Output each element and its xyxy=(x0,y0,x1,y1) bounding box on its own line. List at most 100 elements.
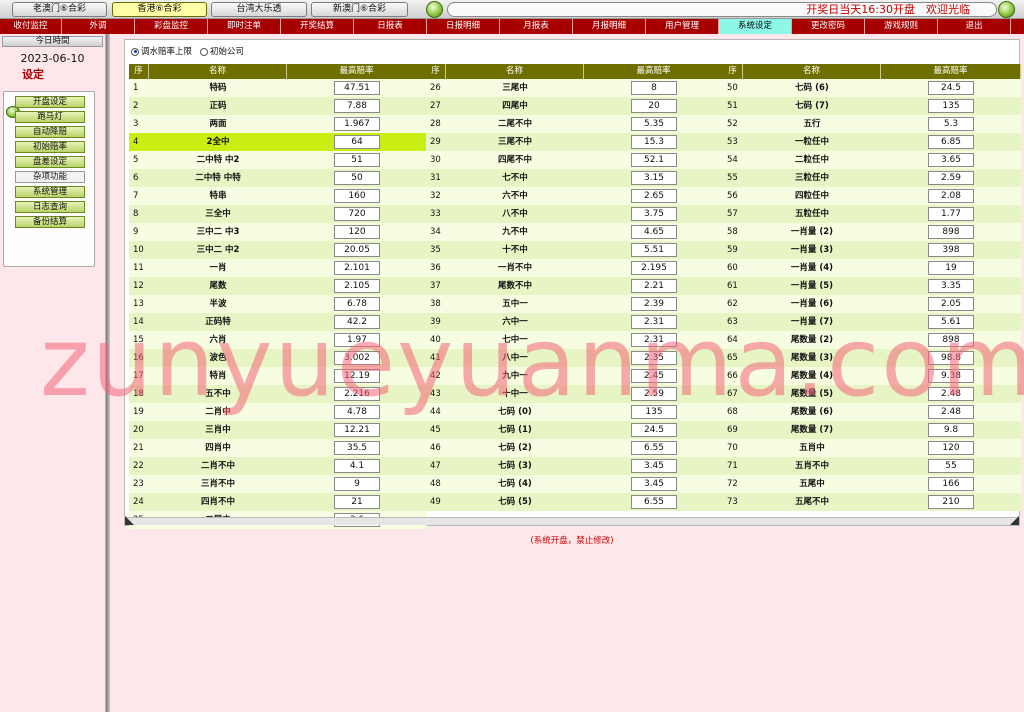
odds-input[interactable]: 1.77 xyxy=(928,207,974,221)
odds-input[interactable]: 135 xyxy=(631,405,677,419)
odds-input[interactable]: 2.05 xyxy=(928,297,974,311)
odds-input[interactable]: 6.55 xyxy=(631,441,677,455)
odds-input[interactable]: 135 xyxy=(928,99,974,113)
odds-input[interactable]: 6.85 xyxy=(928,135,974,149)
odds-input[interactable]: 6.78 xyxy=(334,297,380,311)
odds-input[interactable]: 166 xyxy=(928,477,974,491)
odds-input[interactable]: 5.35 xyxy=(631,117,677,131)
odds-input[interactable]: 2.65 xyxy=(631,189,677,203)
odds-input[interactable]: 35.5 xyxy=(334,441,380,455)
menu-item[interactable]: 日报表 xyxy=(354,19,427,34)
sidebar-button[interactable]: 自动降赔 xyxy=(15,126,85,138)
odds-input[interactable]: 1.967 xyxy=(334,117,380,131)
odds-input[interactable]: 120 xyxy=(334,225,380,239)
odds-input[interactable]: 47.51 xyxy=(334,81,380,95)
sidebar-button[interactable]: 开盘设定 xyxy=(15,96,85,108)
odds-input[interactable]: 42.2 xyxy=(334,315,380,329)
odds-input[interactable]: 2.101 xyxy=(334,261,380,275)
odds-input[interactable]: 160 xyxy=(334,189,380,203)
odds-input[interactable]: 9.8 xyxy=(928,423,974,437)
odds-input[interactable]: 2.105 xyxy=(334,279,380,293)
odds-input[interactable]: 9.38 xyxy=(928,369,974,383)
odds-input[interactable]: 2.59 xyxy=(631,387,677,401)
odds-input[interactable]: 98.8 xyxy=(928,351,974,365)
odds-input[interactable]: 3.002 xyxy=(334,351,380,365)
odds-input[interactable]: 5.61 xyxy=(928,315,974,329)
odds-input[interactable]: 2.31 xyxy=(631,315,677,329)
sidebar-button[interactable]: 系统管理 xyxy=(15,186,85,198)
odds-input[interactable]: 15.3 xyxy=(631,135,677,149)
odds-input[interactable]: 2.59 xyxy=(928,171,974,185)
menu-item[interactable]: 游戏规则 xyxy=(865,19,938,34)
odds-input[interactable]: 50 xyxy=(334,171,380,185)
odds-input[interactable]: 210 xyxy=(928,495,974,509)
lottery-tab-hongkong[interactable]: 香港⑥合彩 xyxy=(112,2,207,17)
odds-input[interactable]: 4.78 xyxy=(334,405,380,419)
menu-item[interactable]: 退出 xyxy=(938,19,1011,34)
odds-input[interactable]: 398 xyxy=(928,243,974,257)
odds-input[interactable]: 5.51 xyxy=(631,243,677,257)
odds-input[interactable]: 2.45 xyxy=(631,369,677,383)
menu-item[interactable]: 开奖结算 xyxy=(281,19,354,34)
odds-input[interactable]: 24.5 xyxy=(928,81,974,95)
odds-input[interactable]: 55 xyxy=(928,459,974,473)
odds-input[interactable]: 12.21 xyxy=(334,423,380,437)
odds-input[interactable]: 720 xyxy=(334,207,380,221)
menu-item[interactable]: 日报明细 xyxy=(427,19,500,34)
menu-item[interactable]: 系统设定 xyxy=(719,19,792,34)
sidebar-button[interactable]: 初始赔率 xyxy=(15,141,85,153)
odds-input[interactable]: 20 xyxy=(631,99,677,113)
menu-item[interactable]: 月报明细 xyxy=(573,19,646,34)
radio-initial-company[interactable]: 初始公司 xyxy=(200,45,244,57)
lottery-tab-old-macau[interactable]: 老澳门⑥合彩 xyxy=(12,2,107,17)
odds-input[interactable]: 19 xyxy=(928,261,974,275)
odds-input[interactable]: 64 xyxy=(334,135,380,149)
odds-input[interactable]: 9 xyxy=(334,477,380,491)
menu-item[interactable]: 即时注单 xyxy=(208,19,281,34)
odds-input[interactable]: 12.19 xyxy=(334,369,380,383)
menu-item[interactable]: 外调 xyxy=(62,19,135,34)
odds-input[interactable]: 6.55 xyxy=(631,495,677,509)
odds-input[interactable]: 24.5 xyxy=(631,423,677,437)
odds-input[interactable]: 3.15 xyxy=(631,171,677,185)
odds-input[interactable]: 3.75 xyxy=(631,207,677,221)
odds-input[interactable]: 898 xyxy=(928,225,974,239)
sidebar-button[interactable]: 日志查询 xyxy=(15,201,85,213)
odds-input[interactable]: 4.1 xyxy=(334,459,380,473)
menu-item[interactable]: 彩盘监控 xyxy=(135,19,208,34)
odds-input[interactable]: 2.21 xyxy=(631,279,677,293)
menu-item[interactable]: 收付监控 xyxy=(0,19,62,34)
odds-input[interactable]: 1.97 xyxy=(334,333,380,347)
odds-input[interactable]: 3.45 xyxy=(631,459,677,473)
sidebar-button[interactable]: 跑马灯 xyxy=(15,111,85,123)
menu-item[interactable]: 用户管理 xyxy=(646,19,719,34)
radio-upper-limit[interactable]: 调水赔率上限 xyxy=(131,45,192,57)
menu-item[interactable]: 月报表 xyxy=(500,19,573,34)
odds-input[interactable]: 51 xyxy=(334,153,380,167)
odds-input[interactable]: 5.3 xyxy=(928,117,974,131)
sidebar-button[interactable]: 盘差设定 xyxy=(15,156,85,168)
odds-input[interactable]: 3.45 xyxy=(631,477,677,491)
odds-input[interactable]: 7.88 xyxy=(334,99,380,113)
odds-input[interactable]: 2.48 xyxy=(928,405,974,419)
odds-input[interactable]: 2.48 xyxy=(928,387,974,401)
odds-input[interactable]: 3.65 xyxy=(928,153,974,167)
odds-input[interactable]: 52.1 xyxy=(631,153,677,167)
odds-input[interactable]: 21 xyxy=(334,495,380,509)
sidebar-button[interactable]: 杂项功能 xyxy=(15,171,85,183)
odds-input[interactable]: 898 xyxy=(928,333,974,347)
odds-input[interactable]: 2.39 xyxy=(631,297,677,311)
lottery-tab-new-macau[interactable]: 新澳门⑥合彩 xyxy=(311,2,408,17)
odds-input[interactable]: 2.31 xyxy=(631,333,677,347)
odds-input[interactable]: 3.35 xyxy=(928,279,974,293)
sidebar-button[interactable]: 备份结算 xyxy=(15,216,85,228)
odds-input[interactable]: 8 xyxy=(631,81,677,95)
odds-input[interactable]: 2.216 xyxy=(334,387,380,401)
odds-input[interactable]: 20.05 xyxy=(334,243,380,257)
odds-input[interactable]: 2.35 xyxy=(631,351,677,365)
odds-input[interactable]: 4.65 xyxy=(631,225,677,239)
lottery-tab-taiwan[interactable]: 台湾大乐透 xyxy=(211,2,307,17)
odds-input[interactable]: 2.195 xyxy=(631,261,677,275)
odds-input[interactable]: 2.08 xyxy=(928,189,974,203)
menu-item[interactable]: 更改密码 xyxy=(792,19,865,34)
